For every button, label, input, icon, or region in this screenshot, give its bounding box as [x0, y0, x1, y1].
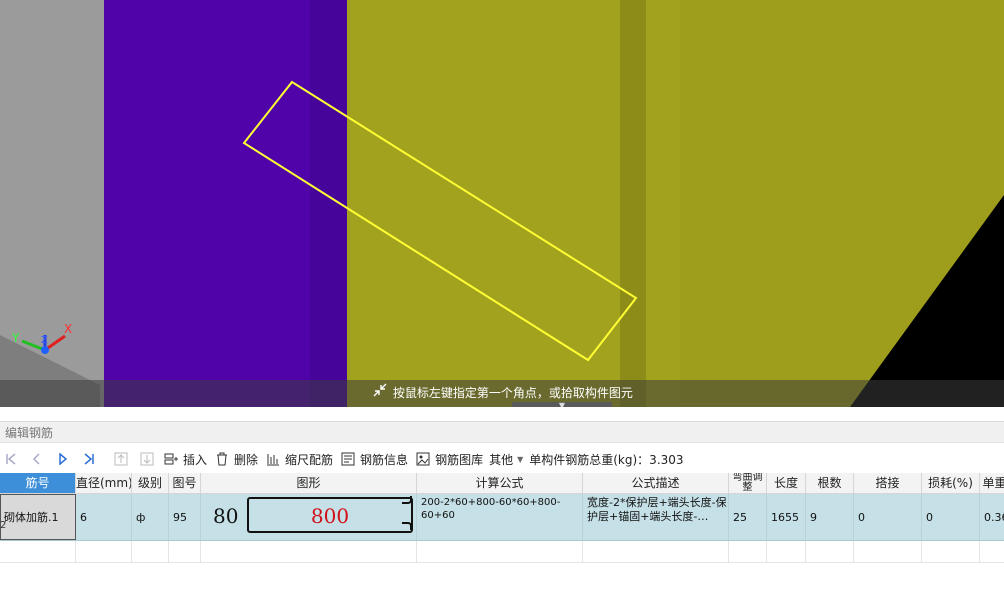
- rebar-table: 筋号 直径(mm) 级别 图号 图形 计算公式 公式描述 弯曲调整 长度 根数 …: [0, 473, 1004, 563]
- cell-unit-weight[interactable]: 0.36: [980, 494, 1004, 540]
- hook-bottom-icon: [402, 522, 412, 530]
- prev-page-icon[interactable]: [26, 448, 48, 470]
- cell-loss[interactable]: 0: [922, 494, 980, 540]
- cell-shape[interactable]: 80 800: [201, 494, 417, 540]
- 3d-viewport[interactable]: X Y Z 按鼠标左键指定第一个角点，或拾取构件图元 ▼: [0, 0, 1004, 407]
- col-header-diameter[interactable]: 直径(mm): [76, 473, 132, 493]
- col-header-loss[interactable]: 损耗(%): [922, 473, 980, 493]
- col-header-grade[interactable]: 级别: [132, 473, 169, 493]
- cell-grade[interactable]: ф: [132, 494, 169, 540]
- col-header-bend[interactable]: 弯曲调整: [729, 473, 767, 493]
- last-page-icon[interactable]: [78, 448, 100, 470]
- cell-id[interactable]: [0, 541, 76, 562]
- cell-count[interactable]: 9: [806, 494, 854, 540]
- edit-rebar-panel: 编辑钢筋 插入 删除 缩尺配筋 钢筋信息 钢筋图库 其他 ▼ 单构件钢筋总重(k…: [0, 407, 1004, 602]
- shrink-cursor-icon: [371, 380, 389, 407]
- model-scene[interactable]: X Y Z: [0, 0, 1004, 407]
- other-label: 其他: [489, 452, 514, 467]
- cell-shape[interactable]: [201, 541, 417, 562]
- col-header-lap[interactable]: 搭接: [854, 473, 922, 493]
- col-header-shape[interactable]: 图形: [201, 473, 417, 493]
- panel-title: 编辑钢筋: [0, 421, 1004, 443]
- cell-unit-weight[interactable]: [980, 541, 1004, 562]
- cell-bend[interactable]: [729, 541, 767, 562]
- axis-y-label: Y: [11, 331, 20, 345]
- shape-dim-left: 80: [213, 504, 239, 528]
- table-header: 筋号 直径(mm) 级别 图号 图形 计算公式 公式描述 弯曲调整 长度 根数 …: [0, 473, 1004, 494]
- total-weight-text: 单构件钢筋总重(kg)：3.303: [529, 452, 684, 467]
- rebar-library-button[interactable]: 钢筋图库: [414, 448, 483, 470]
- cell-fig[interactable]: [169, 541, 201, 562]
- cell-lap[interactable]: [854, 541, 922, 562]
- cell-count[interactable]: [806, 541, 854, 562]
- other-dropdown[interactable]: 其他 ▼: [489, 448, 523, 470]
- scale-rebar-button[interactable]: 缩尺配筋: [264, 448, 333, 470]
- col-header-formula[interactable]: 计算公式: [417, 473, 583, 493]
- axis-x-label: X: [64, 322, 72, 336]
- axis-z-label: Z: [41, 335, 48, 346]
- cell-fig[interactable]: 95: [169, 494, 201, 540]
- insert-icon: [162, 450, 180, 468]
- insert-label: 插入: [183, 452, 208, 467]
- cell-desc[interactable]: 宽度-2*保护层+端头长度-保护层+锚固+端头长度-…: [583, 494, 729, 540]
- rebar-info-label: 钢筋信息: [360, 452, 409, 467]
- col-header-count[interactable]: 根数: [806, 473, 854, 493]
- cell-id[interactable]: 砌体加筋.1: [0, 494, 76, 540]
- cell-desc[interactable]: [583, 541, 729, 562]
- cell-formula[interactable]: 200-2*60+800-60*60+800-60+60: [417, 494, 583, 540]
- col-header-length[interactable]: 长度: [767, 473, 806, 493]
- table-row[interactable]: 砌体加筋.1 6 ф 95 80 800 200-2*60+800-60*60+…: [0, 494, 1004, 541]
- row-number: 2: [0, 520, 7, 531]
- hook-top-icon: [402, 496, 412, 504]
- command-hint-text: 按鼠标左键指定第一个角点，或拾取构件图元: [392, 386, 633, 400]
- image-library-icon: [414, 450, 432, 468]
- rebar-library-label: 钢筋图库: [435, 452, 484, 467]
- chevron-down-icon: ▼: [517, 454, 524, 464]
- rebar-toolbar: 插入 删除 缩尺配筋 钢筋信息 钢筋图库 其他 ▼ 单构件钢筋总重(kg)：3.…: [0, 448, 1004, 470]
- insert-button[interactable]: 插入: [162, 448, 207, 470]
- move-down-icon[interactable]: [136, 448, 158, 470]
- move-up-icon[interactable]: [110, 448, 132, 470]
- command-hint-bar: 按鼠标左键指定第一个角点，或拾取构件图元: [0, 380, 1004, 407]
- col-header-id[interactable]: 筋号: [0, 473, 76, 493]
- shape-dim-main: 800: [310, 504, 350, 528]
- cell-diameter[interactable]: [76, 541, 132, 562]
- delete-button[interactable]: 删除: [213, 448, 258, 470]
- olive-column-shade: [620, 0, 646, 407]
- first-page-icon[interactable]: [0, 448, 22, 470]
- col-header-unit-weight[interactable]: 单重: [980, 473, 1004, 493]
- bar-chart-icon: [264, 450, 282, 468]
- cell-length[interactable]: [767, 541, 806, 562]
- cell-grade[interactable]: [132, 541, 169, 562]
- col-header-desc[interactable]: 公式描述: [583, 473, 729, 493]
- cell-loss[interactable]: [922, 541, 980, 562]
- rebar-info-button[interactable]: 钢筋信息: [339, 448, 408, 470]
- table-row[interactable]: [0, 541, 1004, 563]
- cell-length[interactable]: 1655: [767, 494, 806, 540]
- cell-diameter[interactable]: 6: [76, 494, 132, 540]
- cell-formula[interactable]: [417, 541, 583, 562]
- list-info-icon: [339, 450, 357, 468]
- next-page-icon[interactable]: [52, 448, 74, 470]
- scale-rebar-label: 缩尺配筋: [285, 452, 334, 467]
- col-header-fig[interactable]: 图号: [169, 473, 201, 493]
- cell-bend[interactable]: 25: [729, 494, 767, 540]
- trash-icon: [213, 450, 231, 468]
- cell-lap[interactable]: 0: [854, 494, 922, 540]
- delete-label: 删除: [234, 452, 259, 467]
